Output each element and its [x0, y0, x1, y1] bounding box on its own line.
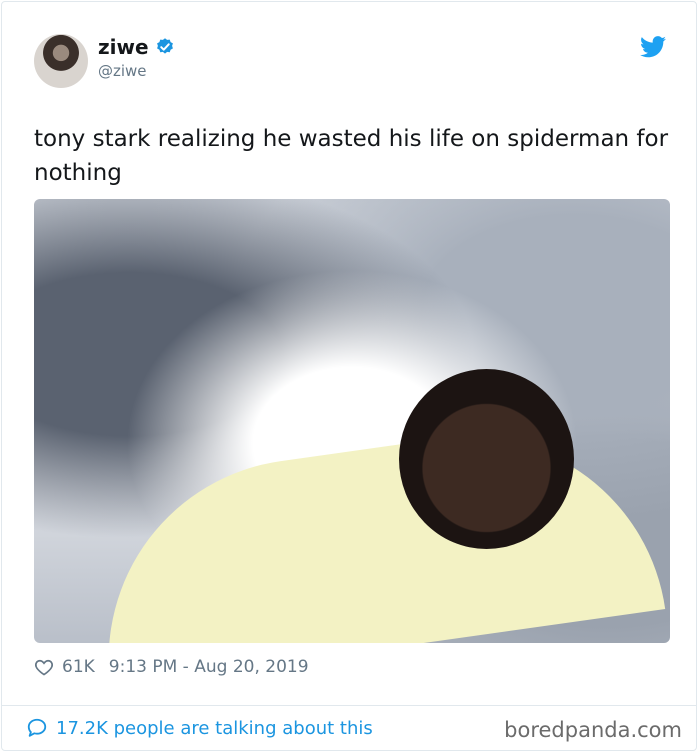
photo-subject-body [82, 411, 666, 643]
tweet-timestamp[interactable]: 9:13 PM - Aug 20, 2019 [109, 657, 309, 677]
tweet-photo[interactable] [34, 199, 670, 643]
talking-label[interactable]: 17.2K people are talking about this [56, 718, 373, 739]
tweet-meta: 61K 9:13 PM - Aug 20, 2019 [34, 654, 309, 680]
photo-subject-head [399, 369, 574, 549]
tweet-card: ziwe @ziwe tony stark realizing he waste… [1, 1, 697, 751]
author-handle[interactable]: @ziwe [98, 62, 147, 80]
divider [2, 705, 696, 706]
like-count[interactable]: 61K [62, 657, 95, 677]
heart-icon[interactable] [34, 657, 54, 677]
verified-badge-icon [156, 38, 173, 54]
tweet-text: tony stark realizing he wasted his life … [34, 126, 669, 186]
twitter-bird-icon[interactable] [640, 36, 666, 58]
talking-link[interactable]: 17.2K people are talking about this [26, 717, 373, 739]
author-name[interactable]: ziwe [98, 35, 149, 59]
watermark: boredpanda.com [504, 718, 682, 742]
speech-bubble-icon [27, 718, 47, 737]
author-name-row: ziwe [98, 35, 175, 59]
avatar[interactable] [34, 34, 88, 88]
